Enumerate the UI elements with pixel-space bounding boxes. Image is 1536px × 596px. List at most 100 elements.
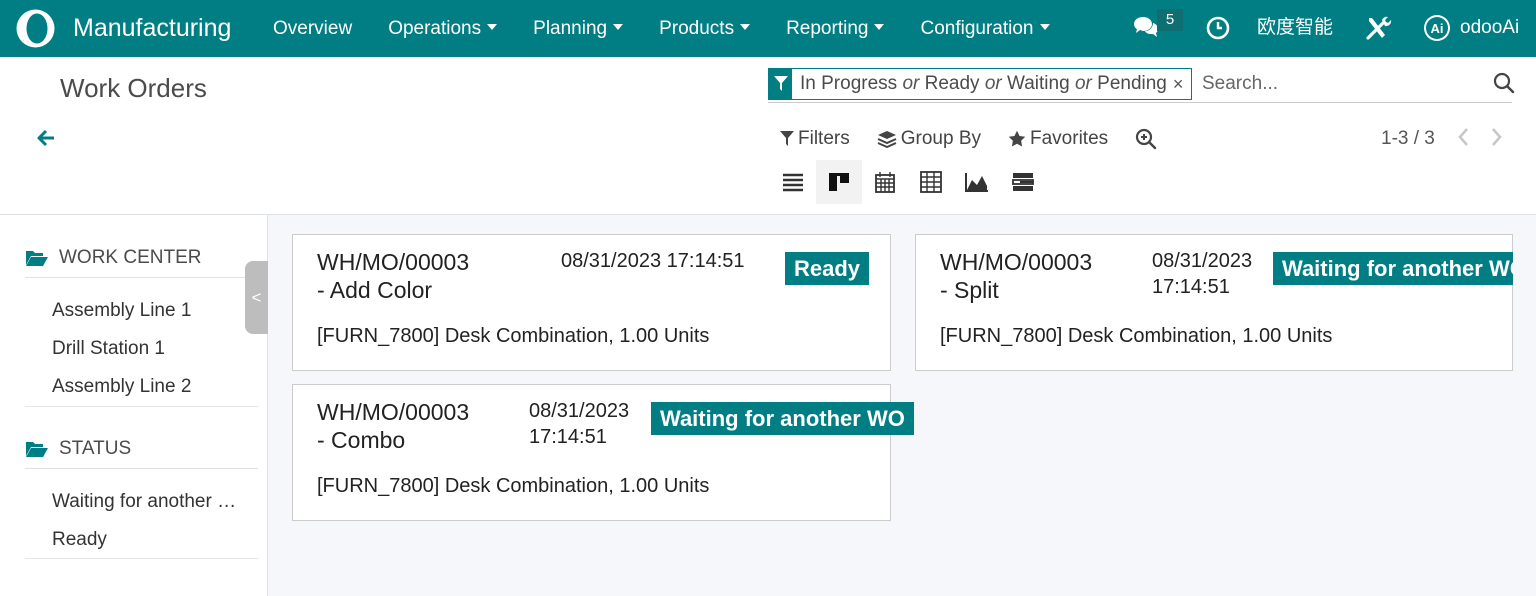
filter-item-assembly-line-2[interactable]: Assembly Line 2 [52, 375, 252, 399]
menu-label: Overview [273, 18, 353, 39]
folder-open-icon [26, 441, 48, 457]
caret-down-icon [613, 23, 624, 30]
kanban-content: WORK CENTER Assembly Line 1 Drill Statio… [0, 214, 1536, 596]
divider [25, 406, 258, 407]
layers-icon [877, 131, 897, 148]
pivot-table-icon [920, 171, 942, 193]
facet-value: In Progress [800, 73, 898, 94]
filter-icon [780, 131, 794, 146]
menu-label: Configuration [920, 18, 1034, 39]
avatar-text: Ai [1431, 21, 1444, 36]
menu-products[interactable]: Products [641, 0, 768, 57]
gantt-view-button[interactable] [1000, 160, 1046, 204]
user-menu[interactable]: odooAi [1460, 14, 1519, 42]
activity-clock-icon[interactable] [1206, 16, 1230, 40]
breadcrumb-title: Work Orders [60, 73, 207, 103]
search-bar: In Progress or Ready or Waiting or Pendi… [768, 67, 1515, 103]
section-title: STATUS [59, 437, 132, 459]
calendar-view-button[interactable] [862, 160, 908, 204]
graph-view-button[interactable] [954, 160, 1000, 204]
card-date: 08/31/2023 17:14:51 [529, 398, 629, 450]
kanban-view-button[interactable] [816, 160, 862, 204]
menu-planning[interactable]: Planning [515, 0, 641, 57]
pager-value[interactable]: 1-3 / 3 [1381, 125, 1435, 153]
menu-label: Reporting [786, 18, 869, 39]
favorites-button[interactable]: Favorites [1008, 128, 1108, 150]
facet-remove-button[interactable]: × [1173, 74, 1192, 95]
back-arrow-icon[interactable] [36, 128, 56, 148]
menu-operations[interactable]: Operations [370, 0, 515, 57]
menu-configuration[interactable]: Configuration [902, 0, 1067, 57]
calendar-icon [875, 172, 895, 193]
list-view-button[interactable] [770, 160, 816, 204]
card-product: [FURN_7800] Desk Combination, 1.00 Units [317, 475, 710, 497]
facet-value: Ready [924, 73, 980, 94]
company-switcher[interactable]: 欧度智能 [1257, 14, 1333, 42]
filter-item-drill-station-1[interactable]: Drill Station 1 [52, 337, 252, 361]
card-title-line: - Split [940, 277, 999, 303]
menu-label: Operations [388, 18, 482, 39]
card-date-line: 17:14:51 [529, 426, 607, 448]
filter-facet[interactable]: In Progress or Ready or Waiting or Pendi… [768, 68, 1193, 100]
facet-separator: or [902, 73, 920, 94]
area-chart-icon [965, 173, 988, 192]
section-header-status: STATUS [25, 429, 258, 469]
filter-item-assembly-line-1[interactable]: Assembly Line 1 [52, 299, 252, 323]
group-by-label: Group By [900, 128, 981, 149]
debug-tools-icon[interactable] [1364, 14, 1392, 42]
card-product: [FURN_7800] Desk Combination, 1.00 Units [317, 325, 710, 347]
card-title: WH/MO/00003 - Split [940, 248, 1092, 304]
card-title: WH/MO/00003 - Combo [317, 398, 469, 454]
pager-previous-icon[interactable] [1455, 126, 1473, 148]
pivot-view-button[interactable] [908, 160, 954, 204]
search-icon[interactable] [1493, 72, 1515, 94]
app-logo-icon[interactable] [15, 8, 56, 49]
chat-count-badge: 5 [1157, 9, 1183, 31]
toggle-search-panel-button[interactable] [1135, 128, 1161, 150]
menu-overview[interactable]: Overview [255, 0, 370, 57]
caret-down-icon [487, 23, 498, 30]
search-input[interactable] [1202, 69, 1482, 99]
card-title-line: WH/MO/00003 [317, 249, 470, 275]
card-date-line: 08/31/2023 [1152, 250, 1253, 272]
filters-label: Filters [798, 128, 850, 149]
view-switcher [770, 160, 1046, 204]
caret-down-icon [1039, 23, 1050, 30]
user-avatar[interactable]: Ai [1423, 14, 1451, 42]
card-date-line: 08/31/2023 [529, 400, 630, 422]
caret-down-icon [874, 23, 885, 30]
kanban-card[interactable]: WH/MO/00003 - Split 08/31/2023 17:14:51 … [915, 234, 1513, 371]
facet-value: Waiting [1007, 73, 1070, 94]
filter-item-waiting[interactable]: Waiting for another WO [52, 490, 242, 514]
status-badge: Waiting for another WO [1273, 252, 1513, 285]
app-name[interactable]: Manufacturing [73, 13, 231, 43]
collapse-panel-button[interactable]: < [245, 261, 268, 334]
kanban-card[interactable]: WH/MO/00003 - Combo 08/31/2023 17:14:51 … [292, 384, 914, 521]
section-title: WORK CENTER [59, 246, 202, 268]
facet-separator: or [984, 73, 1002, 94]
status-badge: Ready [785, 252, 870, 285]
section-header-work-center: WORK CENTER [25, 238, 258, 278]
facet-value: Pending [1097, 73, 1167, 94]
filter-funnel-icon [769, 68, 792, 100]
pager-next-icon[interactable] [1487, 126, 1505, 148]
filter-item-ready[interactable]: Ready [52, 528, 252, 552]
main-menu: Overview Operations Planning Products Re… [255, 0, 1068, 57]
menu-label: Planning [533, 18, 608, 39]
folder-open-icon [26, 250, 48, 266]
group-by-button[interactable]: Group By [877, 128, 981, 150]
top-navbar: Manufacturing Overview Operations Planni… [0, 0, 1536, 57]
search-options: Filters Group By Favorites [780, 125, 1188, 153]
card-product: [FURN_7800] Desk Combination, 1.00 Units [940, 325, 1333, 347]
search-panel: WORK CENTER Assembly Line 1 Drill Statio… [0, 215, 268, 596]
filters-button[interactable]: Filters [780, 128, 850, 150]
kanban-card[interactable]: WH/MO/00003 - Add Color 08/31/2023 17:14… [292, 234, 891, 371]
search-panel-zoom-icon [1136, 128, 1157, 150]
card-title: WH/MO/00003 - Add Color [317, 248, 469, 304]
star-icon [1008, 130, 1026, 147]
kanban-icon [829, 173, 849, 191]
gantt-icon [1012, 173, 1034, 191]
menu-label: Products [659, 18, 735, 39]
chat-icon[interactable] [1133, 14, 1159, 40]
menu-reporting[interactable]: Reporting [768, 0, 902, 57]
